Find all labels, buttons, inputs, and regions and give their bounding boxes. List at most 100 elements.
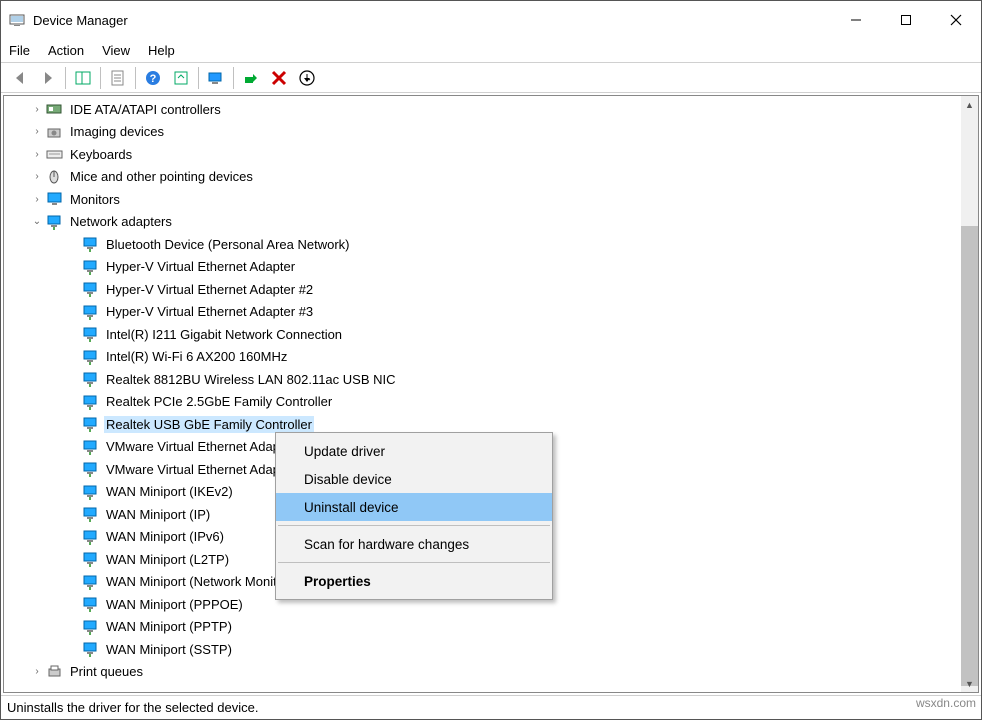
vertical-scrollbar[interactable]: ▲ ▼ (961, 96, 978, 692)
tree-row[interactable]: Hyper-V Virtual Ethernet Adapter #2 (8, 278, 974, 301)
network-icon (82, 461, 100, 477)
tree-label: WAN Miniport (IP) (104, 506, 212, 523)
device-tree-container: ▲ ▼ › IDE ATA/ATAPI controllers › Imaging d… (3, 95, 979, 693)
content-frame: ▲ ▼ › IDE ATA/ATAPI controllers › Imaging d… (1, 93, 981, 695)
menu-file[interactable]: File (9, 43, 30, 58)
network-icon (82, 551, 100, 567)
tree-label: Print queues (68, 663, 145, 680)
tree-label: IDE ATA/ATAPI controllers (68, 101, 223, 118)
tree-row[interactable]: › Keyboards (8, 143, 974, 166)
tree-label: Hyper-V Virtual Ethernet Adapter #3 (104, 303, 315, 320)
close-button[interactable] (931, 1, 981, 39)
menu-help[interactable]: Help (148, 43, 175, 58)
network-icon (82, 349, 100, 365)
tree-row[interactable]: WAN Miniport (PPTP) (8, 616, 974, 639)
menu-action[interactable]: Action (48, 43, 84, 58)
watermark: wsxdn.com (916, 696, 976, 710)
network-icon (82, 506, 100, 522)
scan-hardware-button[interactable] (203, 65, 229, 91)
menu-view[interactable]: View (102, 43, 130, 58)
tree-row[interactable]: Realtek PCIe 2.5GbE Family Controller (8, 391, 974, 414)
help-button[interactable]: ? (140, 65, 166, 91)
app-icon (9, 12, 25, 28)
enable-device-button[interactable] (238, 65, 264, 91)
network-icon (46, 214, 64, 230)
monitor-icon (46, 191, 64, 207)
context-item-update-driver[interactable]: Update driver (276, 437, 552, 465)
tree-label: Keyboards (68, 146, 134, 163)
expander-icon[interactable]: › (30, 194, 44, 205)
tree-row[interactable]: › Print queues (8, 661, 974, 684)
tree-row[interactable]: Hyper-V Virtual Ethernet Adapter #3 (8, 301, 974, 324)
tree-row[interactable]: Hyper-V Virtual Ethernet Adapter (8, 256, 974, 279)
expander-icon[interactable]: › (30, 666, 44, 677)
tree-label: WAN Miniport (PPTP) (104, 618, 234, 635)
tree-row[interactable]: › IDE ATA/ATAPI controllers (8, 98, 974, 121)
expander-icon[interactable]: › (30, 126, 44, 137)
context-item-uninstall-device[interactable]: Uninstall device (276, 493, 552, 521)
tree-label: Hyper-V Virtual Ethernet Adapter (104, 258, 297, 275)
tree-label: Hyper-V Virtual Ethernet Adapter #2 (104, 281, 315, 298)
expander-icon[interactable]: › (30, 104, 44, 115)
tree-row[interactable]: Realtek 8812BU Wireless LAN 802.11ac USB… (8, 368, 974, 391)
tree-label: WAN Miniport (Network Monitor) (104, 573, 295, 590)
forward-button[interactable] (35, 65, 61, 91)
tree-row[interactable]: › Mice and other pointing devices (8, 166, 974, 189)
tree-row[interactable]: WAN Miniport (SSTP) (8, 638, 974, 661)
action-button[interactable] (294, 65, 320, 91)
maximize-button[interactable] (881, 1, 931, 39)
network-icon (82, 439, 100, 455)
tree-label: Intel(R) I211 Gigabit Network Connection (104, 326, 344, 343)
svg-text:?: ? (150, 73, 157, 85)
tree-label: Realtek 8812BU Wireless LAN 802.11ac USB… (104, 371, 398, 388)
device-manager-window: Device Manager File Action View Help ? (0, 0, 982, 720)
update-driver-button[interactable] (168, 65, 194, 91)
tree-label: Imaging devices (68, 123, 166, 140)
network-icon (82, 394, 100, 410)
network-icon (82, 484, 100, 500)
context-menu: Update driverDisable deviceUninstall dev… (275, 432, 553, 600)
network-icon (82, 619, 100, 635)
context-item-properties[interactable]: Properties (276, 567, 552, 595)
tree-label: Mice and other pointing devices (68, 168, 255, 185)
network-icon (82, 529, 100, 545)
expander-icon[interactable]: › (30, 171, 44, 182)
mouse-icon (46, 169, 64, 185)
scroll-down-arrow[interactable]: ▼ (961, 675, 978, 692)
tree-row[interactable]: › Monitors (8, 188, 974, 211)
network-icon (82, 236, 100, 252)
context-item-disable-device[interactable]: Disable device (276, 465, 552, 493)
network-icon (82, 259, 100, 275)
toolbar: ? (1, 63, 981, 93)
tree-row[interactable]: › Imaging devices (8, 121, 974, 144)
tree-row[interactable]: Intel(R) Wi-Fi 6 AX200 160MHz (8, 346, 974, 369)
show-hide-console-tree-button[interactable] (70, 65, 96, 91)
network-icon (82, 574, 100, 590)
expander-icon[interactable]: ⌄ (30, 216, 44, 227)
uninstall-device-button[interactable] (266, 65, 292, 91)
minimize-button[interactable] (831, 1, 881, 39)
network-icon (82, 641, 100, 657)
back-button[interactable] (7, 65, 33, 91)
tree-row[interactable]: Bluetooth Device (Personal Area Network) (8, 233, 974, 256)
properties-button[interactable] (105, 65, 131, 91)
camera-icon (46, 124, 64, 140)
tree-label: Monitors (68, 191, 122, 208)
network-icon (82, 371, 100, 387)
tree-label: Realtek PCIe 2.5GbE Family Controller (104, 393, 334, 410)
tree-row[interactable]: ⌄Network adapters (8, 211, 974, 234)
tree-row[interactable]: Intel(R) I211 Gigabit Network Connection (8, 323, 974, 346)
network-icon (82, 304, 100, 320)
tree-label: WAN Miniport (PPPOE) (104, 596, 245, 613)
printer-icon (46, 664, 64, 680)
scroll-up-arrow[interactable]: ▲ (961, 96, 978, 113)
context-item-scan-for-hardware-changes[interactable]: Scan for hardware changes (276, 530, 552, 558)
network-icon (82, 416, 100, 432)
tree-label: WAN Miniport (IPv6) (104, 528, 226, 545)
window-controls (831, 1, 981, 39)
network-icon (82, 326, 100, 342)
expander-icon[interactable]: › (30, 149, 44, 160)
tree-label: WAN Miniport (SSTP) (104, 641, 234, 658)
status-text: Uninstalls the driver for the selected d… (7, 700, 258, 715)
scroll-thumb[interactable] (961, 226, 978, 686)
